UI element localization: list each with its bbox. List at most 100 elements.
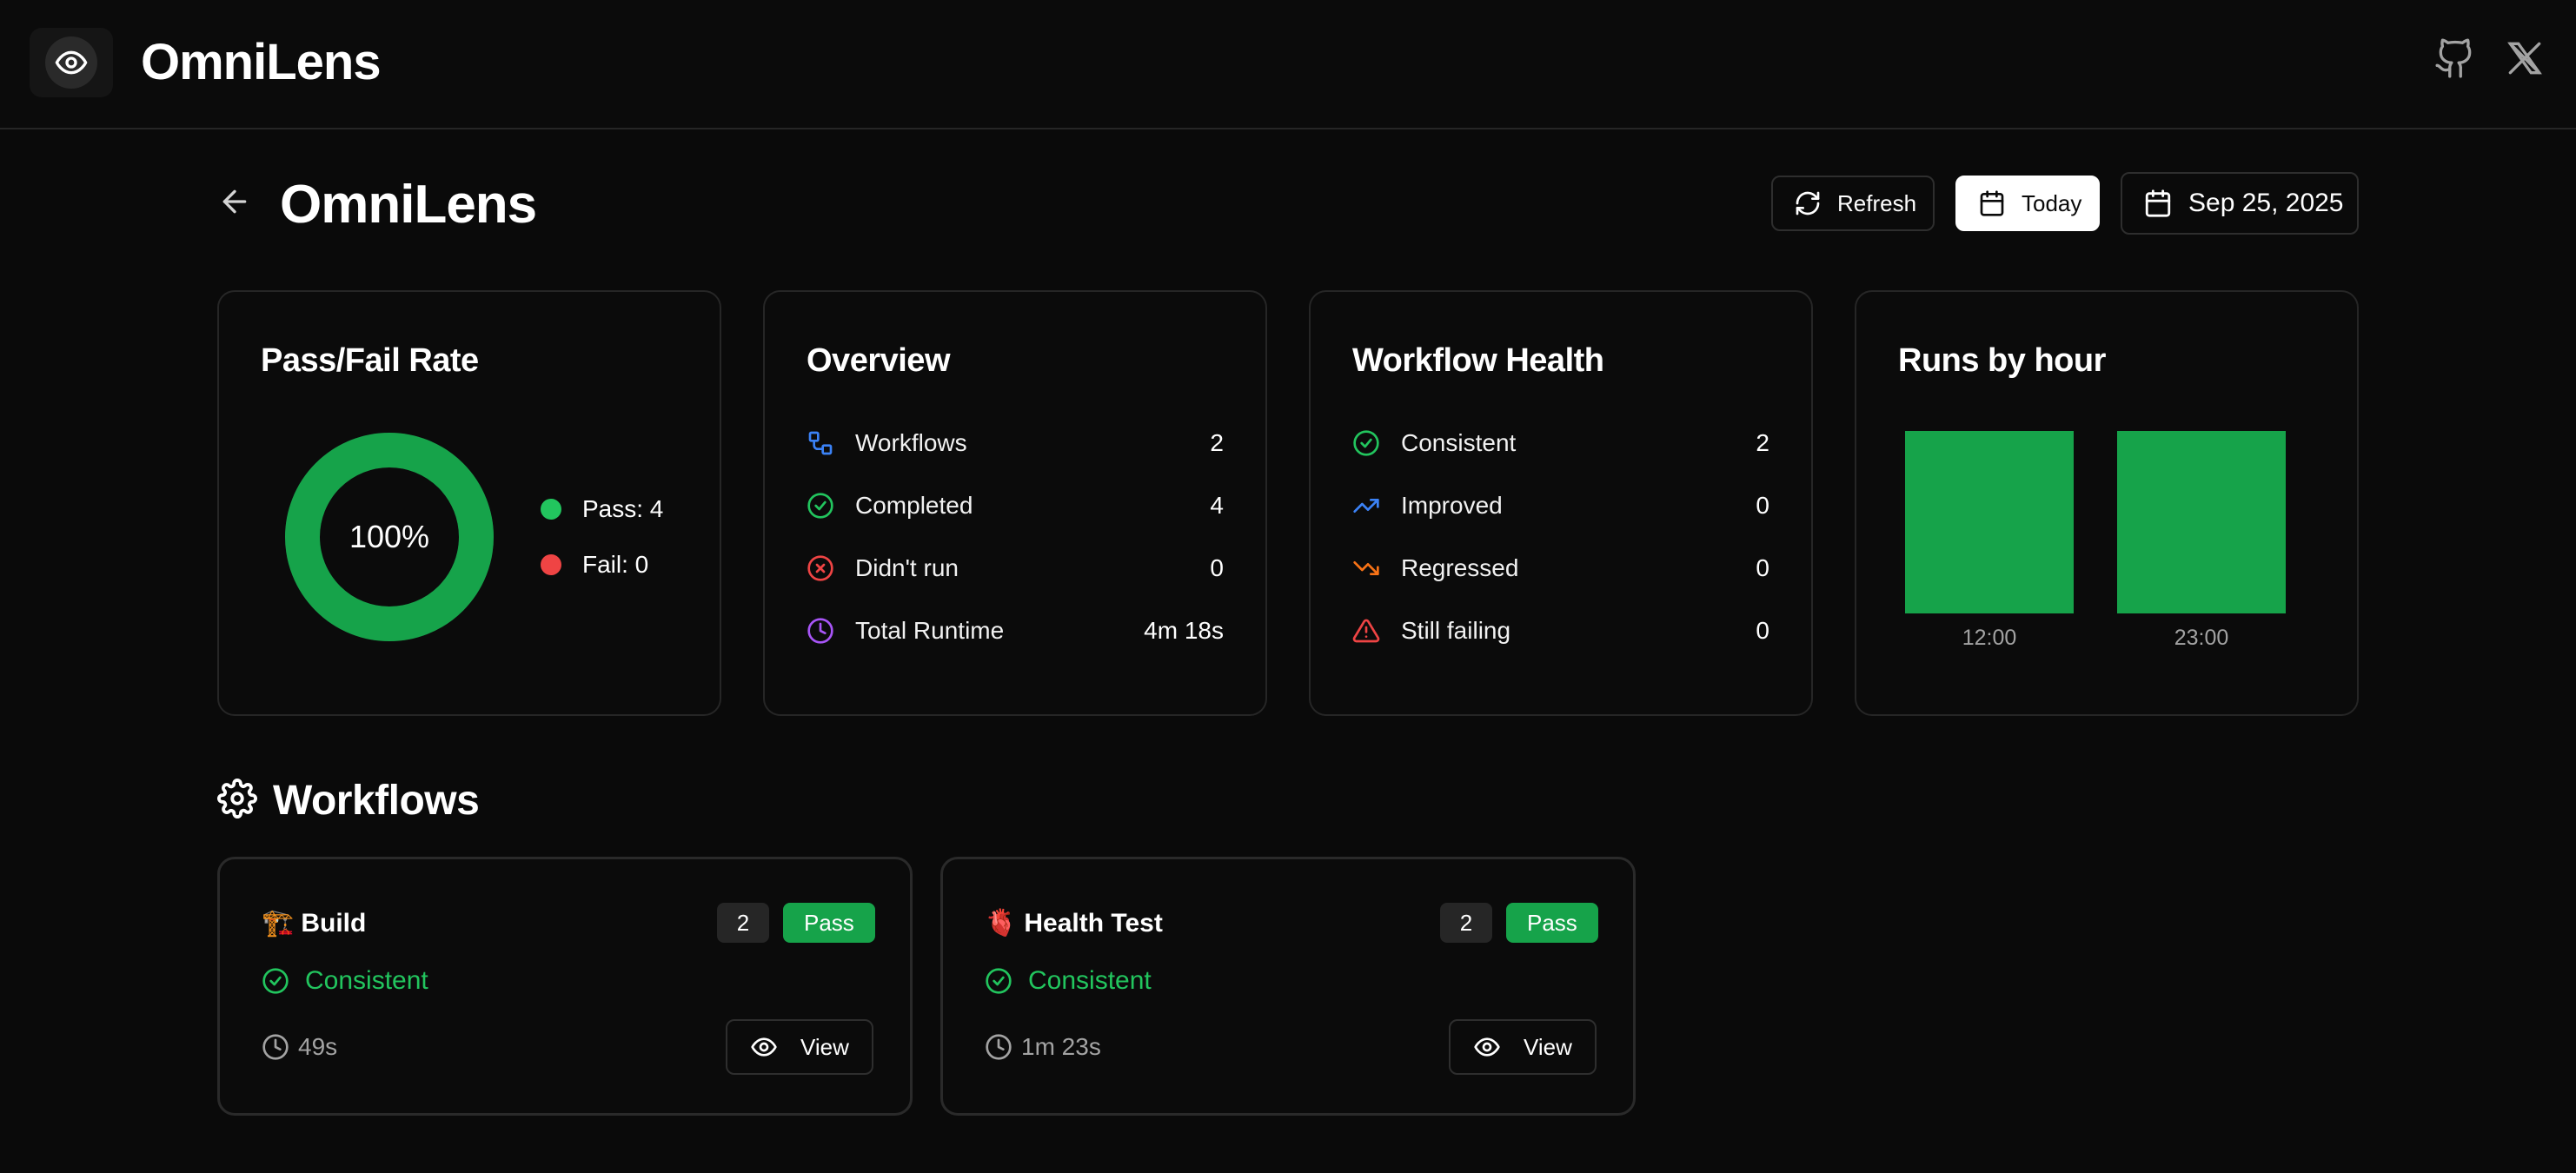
workflow-health-card: Workflow Health Consistent 2 Improved 0 …: [1309, 290, 1813, 716]
view-button[interactable]: View: [726, 1019, 873, 1075]
view-label: View: [800, 1033, 849, 1060]
status-badge: Pass: [1506, 903, 1598, 943]
stat-value: 0: [1756, 617, 1769, 644]
overview-row-runtime: Total Runtime 4m 18s: [807, 613, 1224, 648]
stat-label: Didn't run: [855, 554, 959, 581]
bar-1200: [1905, 431, 2074, 613]
app-logo[interactable]: [30, 28, 113, 97]
card-title: Pass/Fail Rate: [261, 342, 479, 379]
pass-fail-card: Pass/Fail Rate 100% Pass: 4 Fail: 0: [217, 290, 721, 716]
stat-value: 4: [1210, 492, 1224, 519]
refresh-label: Refresh: [1837, 189, 1917, 216]
x-twitter-icon[interactable]: [2503, 36, 2546, 80]
bar-2300: [2117, 431, 2286, 613]
stat-value: 0: [1210, 554, 1224, 581]
legend-pass-label: Pass: 4: [582, 495, 664, 522]
health-row-still-failing: Still failing 0: [1352, 613, 1769, 648]
workflows-section-title: Workflows: [273, 778, 480, 824]
eye-logo-icon: [45, 36, 97, 89]
calendar-icon: [2143, 189, 2173, 218]
stat-label: Completed: [855, 492, 973, 519]
fail-dot: [541, 554, 561, 575]
clock-icon: [262, 1033, 289, 1061]
trending-up-icon: [1352, 492, 1380, 520]
stat-value: 0: [1756, 554, 1769, 581]
card-title: Overview: [807, 342, 951, 379]
gear-icon: [217, 779, 257, 818]
stat-value: 0: [1756, 492, 1769, 519]
overview-row-completed: Completed 4: [807, 488, 1224, 523]
check-circle-icon: [262, 967, 289, 995]
date-label: Sep 25, 2025: [2188, 189, 2344, 217]
stat-label: Total Runtime: [855, 617, 1005, 644]
workflow-emoji: 🫀: [985, 909, 1018, 938]
workflow-duration: 1m 23s: [985, 1030, 1101, 1064]
stat-value: 2: [1210, 429, 1224, 456]
github-icon[interactable]: [2433, 36, 2477, 80]
today-button[interactable]: Today: [1955, 176, 2100, 231]
workflow-duration: 49s: [262, 1030, 337, 1064]
stat-label: Workflows: [855, 429, 967, 456]
duration-label: 1m 23s: [1021, 1033, 1101, 1060]
workflow-card-build[interactable]: 🏗️ Build 2 Pass Consistent 49s View: [217, 857, 913, 1116]
back-arrow-icon[interactable]: [217, 184, 252, 219]
refresh-icon: [1794, 189, 1822, 217]
workflow-name: 🫀 Health Test: [985, 908, 1163, 938]
duration-label: 49s: [298, 1033, 338, 1060]
x-tick-label: 23:00: [2174, 626, 2229, 650]
overview-card: Overview Workflows 2 Completed 4 Didn't …: [763, 290, 1267, 716]
health-row-improved: Improved 0: [1352, 488, 1769, 523]
health-row-regressed: Regressed 0: [1352, 551, 1769, 586]
stat-value: 4m 18s: [1144, 617, 1224, 644]
check-circle-icon: [985, 967, 1012, 995]
clock-icon: [985, 1033, 1012, 1061]
workflow-health-status: Consistent: [262, 964, 428, 998]
health-status-label: Consistent: [305, 966, 428, 995]
legend-fail-label: Fail: 0: [582, 551, 649, 578]
stat-label: Improved: [1401, 492, 1503, 519]
x-tick-label: 12:00: [1962, 626, 2017, 650]
check-circle-icon: [807, 492, 834, 520]
pass-dot: [541, 499, 561, 520]
donut-percent: 100%: [349, 519, 430, 554]
today-label: Today: [2022, 189, 2082, 216]
runs-by-hour-card: Runs by hour 12:00 23:00: [1855, 290, 2359, 716]
stat-value: 2: [1756, 429, 1769, 456]
runs-bar-chart: 12:00 23:00: [1905, 431, 2286, 650]
status-badge: Pass: [783, 903, 875, 943]
clock-icon: [807, 617, 834, 645]
calendar-icon: [1978, 189, 2006, 217]
workflow-icon: [807, 429, 834, 457]
legend-pass: Pass: 4: [541, 492, 663, 527]
stat-label: Regressed: [1401, 554, 1519, 581]
health-status-label: Consistent: [1028, 966, 1152, 995]
top-bar: OmniLens: [0, 0, 2576, 129]
stat-label: Still failing: [1401, 617, 1511, 644]
workflow-name-label: Health Test: [1024, 908, 1163, 938]
stat-label: Consistent: [1401, 429, 1517, 456]
check-circle-icon: [1352, 429, 1380, 457]
warning-triangle-icon: [1352, 617, 1380, 645]
view-button[interactable]: View: [1449, 1019, 1597, 1075]
date-picker-button[interactable]: Sep 25, 2025: [2121, 172, 2359, 235]
workflow-name: 🏗️ Build: [262, 908, 366, 938]
workflow-card-health-test[interactable]: 🫀 Health Test 2 Pass Consistent 1m 23s V…: [940, 857, 1636, 1116]
trending-down-icon: [1352, 554, 1380, 582]
workflow-emoji: 🏗️: [262, 909, 295, 938]
x-circle-icon: [807, 554, 834, 582]
run-count-badge: 2: [717, 903, 769, 943]
workflow-name-label: Build: [301, 908, 367, 938]
workflow-health-status: Consistent: [985, 964, 1152, 998]
run-count-badge: 2: [1440, 903, 1492, 943]
legend-fail: Fail: 0: [541, 547, 648, 582]
view-label: View: [1524, 1033, 1572, 1060]
brand-name: OmniLens: [141, 34, 382, 90]
health-row-consistent: Consistent 2: [1352, 426, 1769, 461]
overview-row-didnt-run: Didn't run 0: [807, 551, 1224, 586]
eye-icon: [750, 1033, 778, 1061]
overview-row-workflows: Workflows 2: [807, 426, 1224, 461]
card-title: Workflow Health: [1352, 342, 1604, 379]
refresh-button[interactable]: Refresh: [1771, 176, 1935, 231]
eye-icon: [1473, 1033, 1501, 1061]
page-title: OmniLens: [280, 175, 537, 235]
